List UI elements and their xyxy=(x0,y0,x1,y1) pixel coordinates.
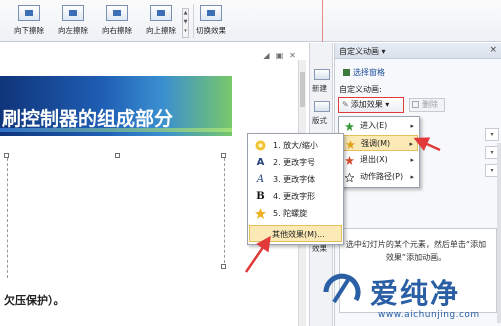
ribbon-group-border xyxy=(322,0,323,42)
transition-effect-button[interactable]: 切换效果 xyxy=(190,5,232,39)
grow-shrink-icon xyxy=(255,140,266,151)
effects-gallery-scroll[interactable]: ▲ ▼ ▾ xyxy=(182,8,189,38)
strip-item-layout[interactable]: 版式 xyxy=(312,115,327,126)
wipe-right-icon xyxy=(106,5,128,21)
add-effect-menu: 进入(E) ▸ 强调(M) ▸ 退出(X) ▸ 动作路径(P) ▸ xyxy=(338,116,420,188)
transition-effect-icon xyxy=(200,5,222,21)
selection-border xyxy=(224,158,225,263)
start-dropdown[interactable]: ▾ xyxy=(485,128,499,141)
strip-item-new[interactable]: 新建 xyxy=(312,83,327,94)
restore-icon[interactable]: ▣ xyxy=(275,51,284,60)
menu-item-emphasis[interactable]: 强调(M) ▸ xyxy=(340,135,418,151)
slide-body-text[interactable]: 欠压保护）。 xyxy=(4,292,65,308)
menu-item-more-effects[interactable]: 其他效果(M)... xyxy=(249,225,342,242)
close-icon[interactable]: ✕ xyxy=(288,51,297,60)
layout-icon[interactable] xyxy=(314,101,330,112)
menu-item-exit[interactable]: 退出(X) ▸ xyxy=(340,152,418,168)
watermark: 爱纯净 www.aichunjing.com xyxy=(318,270,501,326)
new-slide-icon[interactable] xyxy=(314,69,330,80)
add-effect-button[interactable]: ✎ 添加效果 ▾ xyxy=(338,97,404,113)
exit-effect-icon xyxy=(345,156,354,165)
pin-icon[interactable]: ◢ xyxy=(262,51,271,60)
wipe-up-button[interactable]: 向上擦除 xyxy=(140,5,182,39)
menu-item-change-font[interactable]: A 3. 更改字体 xyxy=(249,171,342,188)
selection-border xyxy=(7,158,8,278)
emphasis-effect-icon xyxy=(346,140,355,149)
ribbon: 向下擦除 向左擦除 向右擦除 向上擦除 ▲ ▼ ▾ 切换效果 xyxy=(0,0,501,42)
menu-item-motion-path[interactable]: 动作路径(P) ▸ xyxy=(340,169,418,185)
delete-icon xyxy=(412,101,419,108)
menu-item-enter[interactable]: 进入(E) ▸ xyxy=(340,118,418,134)
close-icon[interactable]: × xyxy=(489,45,497,55)
select-pane-link[interactable]: 选择窗格 xyxy=(343,67,385,78)
wipe-left-button[interactable]: 向左擦除 xyxy=(52,5,94,39)
select-pane-icon xyxy=(343,69,350,76)
change-font-icon: A xyxy=(256,174,265,185)
wipe-down-icon xyxy=(18,5,40,21)
resize-handle[interactable] xyxy=(115,153,120,158)
scrollbar-thumb[interactable] xyxy=(300,72,305,107)
custom-animation-label: 自定义动画: xyxy=(339,85,382,94)
pane-header: 自定义动画 ▾ × xyxy=(335,43,501,59)
wipe-up-icon xyxy=(150,5,172,21)
menu-item-spin[interactable]: 5. 陀螺旋 xyxy=(249,205,342,222)
spin-icon xyxy=(255,208,266,219)
pane-info-text: 选中幻灯片的某个元素，然后单击“添加效果”添加动画。 xyxy=(345,240,487,262)
menu-item-change-font-style[interactable]: B 4. 更改字形 xyxy=(249,188,342,205)
wipe-down-button[interactable]: 向下擦除 xyxy=(8,5,50,39)
delete-button[interactable]: 删除 xyxy=(409,98,445,112)
emphasis-menu: 1. 放大/缩小 A 2. 更改字号 A 3. 更改字体 B 4. 更改字形 5… xyxy=(247,133,344,245)
pencil-icon: ✎ xyxy=(342,100,349,109)
wipe-left-icon xyxy=(62,5,84,21)
workspace-tools: ◢ ▣ ✕ xyxy=(262,51,297,63)
change-font-style-icon: B xyxy=(256,191,265,202)
aichunjing-logo-icon xyxy=(323,273,361,304)
watermark-url: www.aichunjing.com xyxy=(378,310,480,320)
pane-title[interactable]: 自定义动画 ▾ xyxy=(339,46,386,57)
resize-handle[interactable] xyxy=(221,264,226,269)
menu-item-grow-shrink[interactable]: 1. 放大/缩小 xyxy=(249,137,342,154)
slide-title[interactable]: 刷控制器的组成部分 xyxy=(2,104,173,131)
wipe-right-button[interactable]: 向右擦除 xyxy=(96,5,138,39)
menu-item-change-font-size[interactable]: A 2. 更改字号 xyxy=(249,154,342,171)
motion-path-icon xyxy=(345,173,354,182)
change-font-size-icon: A xyxy=(256,157,265,168)
watermark-brand: 爱纯净 xyxy=(370,277,461,310)
enter-effect-icon xyxy=(345,122,354,131)
